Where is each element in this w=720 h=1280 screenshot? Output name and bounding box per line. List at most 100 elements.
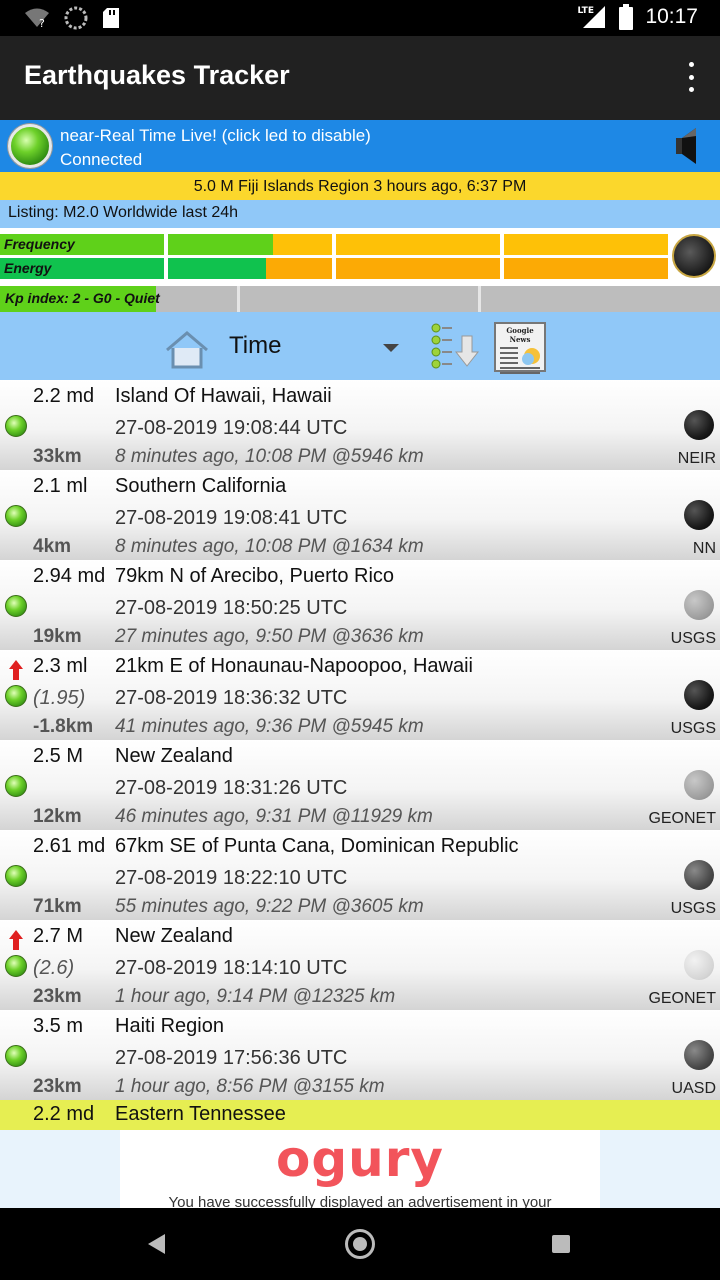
status-bar: ? LTE 10:17 [0, 0, 720, 36]
magnitude: 2.94 md [33, 565, 106, 587]
signal-icon: LTE [577, 4, 607, 30]
earthquake-list: 2.2 md Island Of Hawaii, Hawaii 27-08-2019… [0, 380, 720, 1100]
recents-icon[interactable] [552, 1235, 570, 1253]
moon-phase-icon [684, 1040, 714, 1070]
time-ago-distance: 55 minutes ago, 9:22 PM @3605 km [115, 896, 424, 917]
utc-time: 27-08-2019 17:56:36 UTC [115, 1047, 348, 1069]
moon-phase-icon [684, 590, 714, 620]
ad-logo: ogury [276, 1130, 444, 1188]
app-title: Earthquakes Tracker [24, 60, 290, 90]
status-led-icon [5, 775, 27, 797]
list-item[interactable]: (2.6) 2.7 M New Zealand 27-08-2019 18:14:10… [0, 920, 720, 1010]
list-item[interactable]: 2.2 md Island Of Hawaii, Hawaii 27-08-2019… [0, 380, 720, 470]
data-source: USGS [670, 630, 716, 647]
speaker-icon[interactable] [662, 126, 698, 166]
filter-list-icon[interactable] [430, 322, 480, 372]
utc-time: 27-08-2019 18:14:10 UTC [115, 957, 348, 979]
list-item[interactable]: 3.5 m Haiti Region 27-08-2019 17:56:36 UTC… [0, 1010, 720, 1100]
time-ago-distance: 27 minutes ago, 9:50 PM @3636 km [115, 626, 424, 647]
location: New Zealand [115, 925, 233, 947]
overflow-menu-icon[interactable] [686, 62, 696, 92]
ad-banner[interactable]: ogury You have successfully displayed an… [120, 1130, 600, 1208]
list-item[interactable]: 2.5 M New Zealand 27-08-2019 18:31:26 UTC 1… [0, 740, 720, 830]
status-led-icon [5, 955, 27, 977]
wifi-question-icon: ? [25, 8, 49, 29]
arrow-up-icon [9, 930, 23, 950]
ad-message: You have successfully displayed an adver… [168, 1194, 552, 1208]
depth: 12km [33, 806, 82, 827]
location: New Zealand [115, 745, 233, 767]
connection-status: Connected [60, 150, 143, 169]
status-led-icon [5, 1045, 27, 1067]
magnitude: 2.61 md [33, 835, 106, 857]
app-bar: Earthquakes Tracker [0, 36, 720, 120]
list-item[interactable]: 2.2 md Eastern Tennessee [0, 1100, 720, 1130]
listing-filter[interactable]: Listing: M2.0 Worldwide last 24h [0, 200, 720, 228]
arrow-up-icon [9, 660, 23, 680]
sd-card-icon [103, 8, 119, 28]
depth: 19km [33, 626, 82, 647]
home-icon[interactable] [164, 330, 210, 370]
magnitude: 2.7 M [33, 925, 84, 947]
live-led-icon[interactable] [8, 124, 52, 168]
sort-select[interactable]: Time [229, 332, 281, 360]
status-led-icon [5, 505, 27, 527]
ad-container: ogury You have successfully displayed an… [0, 1130, 720, 1208]
list-item[interactable]: 2.1 ml Southern California 27-08-2019 19:0… [0, 470, 720, 560]
utc-time: 27-08-2019 18:36:32 UTC [115, 687, 348, 709]
list-item[interactable]: (1.95) 2.3 ml 21km E of Honaunau-Napoopoo,… [0, 650, 720, 740]
moon-phase-icon [684, 410, 714, 440]
live-banner: near-Real Time Live! (click led to disab… [0, 120, 720, 172]
chevron-down-icon[interactable] [383, 344, 399, 352]
moon-phase-icon [684, 680, 714, 710]
location: Southern California [115, 475, 287, 497]
time-ago-distance: 1 hour ago, 9:14 PM @12325 km [115, 986, 396, 1007]
svg-text:?: ? [39, 17, 45, 29]
activity-meters: Frequency Energy [0, 232, 720, 282]
kp-index-label: Kp index: 2 - G0 - Quiet [5, 290, 160, 306]
location: Island Of Hawaii, Hawaii [115, 385, 332, 407]
navigation-bar [0, 1208, 720, 1280]
frequency-label: Frequency [4, 236, 75, 252]
back-icon[interactable] [148, 1234, 165, 1254]
clock: 10:17 [645, 5, 698, 28]
sync-icon [64, 6, 88, 30]
status-led-icon [5, 595, 27, 617]
time-ago-distance: 46 minutes ago, 9:31 PM @11929 km [115, 806, 433, 827]
previous-magnitude: (2.6) [33, 957, 75, 979]
energy-label: Energy [4, 260, 52, 276]
home-nav-icon[interactable] [345, 1229, 375, 1259]
data-source: USGS [670, 720, 716, 737]
depth: 4km [33, 536, 72, 557]
location: 79km N of Arecibo, Puerto Rico [115, 565, 395, 587]
battery-icon [619, 4, 634, 30]
list-toolbar: Time Google News [0, 312, 720, 380]
latest-alert-banner[interactable]: 5.0 M Fiji Islands Region 3 hours ago, 6… [0, 172, 720, 200]
status-led-icon [5, 865, 27, 887]
moon-phase-icon[interactable] [672, 234, 716, 278]
list-item[interactable]: 2.61 md 67km SE of Punta Cana, Dominican … [0, 830, 720, 920]
utc-time: 27-08-2019 19:08:41 UTC [115, 507, 348, 529]
moon-phase-icon [684, 500, 714, 530]
location: 21km E of Honaunau-Napoopoo, Hawaii [115, 655, 473, 677]
status-led-icon [5, 685, 27, 707]
utc-time: 27-08-2019 18:22:10 UTC [115, 867, 348, 889]
depth: 33km [33, 446, 82, 467]
data-source: UASD [671, 1080, 716, 1097]
magnitude: 2.2 md [33, 1103, 95, 1125]
time-ago-distance: 1 hour ago, 8:56 PM @3155 km [115, 1076, 385, 1097]
depth: 23km [33, 986, 82, 1007]
utc-time: 27-08-2019 19:08:44 UTC [115, 417, 348, 439]
live-status-text: near-Real Time Live! (click led to disab… [60, 126, 371, 145]
list-item[interactable]: 2.94 md 79km N of Arecibo, Puerto Rico 27-… [0, 560, 720, 650]
utc-time: 27-08-2019 18:50:25 UTC [115, 597, 348, 619]
kp-index-bar: Kp index: 2 - G0 - Quiet [0, 286, 720, 312]
data-source: NN [692, 540, 716, 557]
status-led-icon [5, 415, 27, 437]
time-ago-distance: 8 minutes ago, 10:08 PM @5946 km [115, 446, 424, 467]
data-source: GEONET [648, 810, 716, 827]
time-ago-distance: 41 minutes ago, 9:36 PM @5945 km [115, 716, 424, 737]
data-source: USGS [670, 900, 716, 917]
news-icon[interactable]: Google News [494, 322, 546, 374]
depth: 23km [33, 1076, 82, 1097]
